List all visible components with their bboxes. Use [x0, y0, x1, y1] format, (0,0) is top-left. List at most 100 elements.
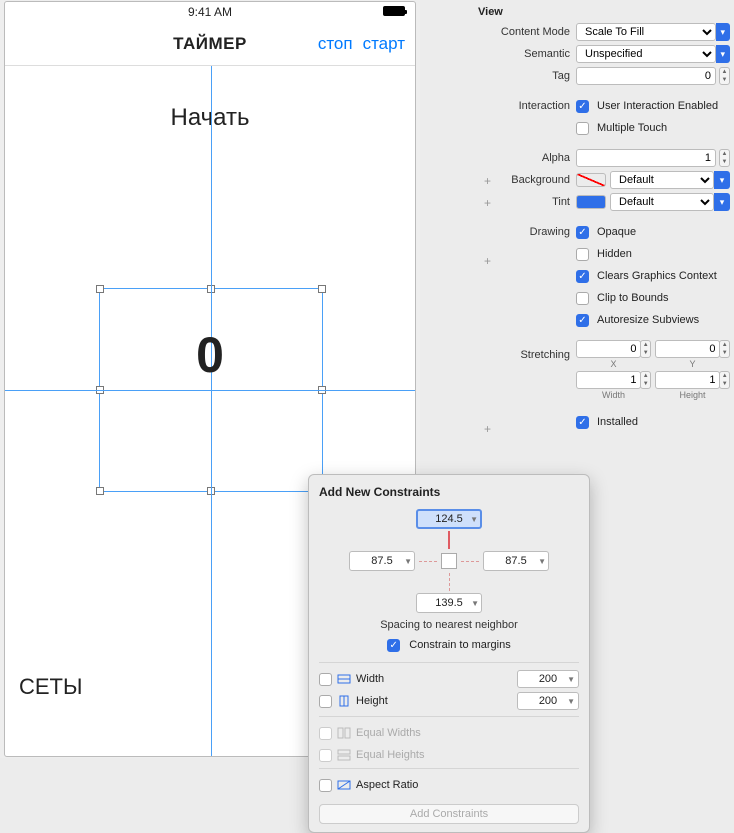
- dropdown-icon[interactable]: ▾: [716, 45, 730, 63]
- multiple-touch-checkbox[interactable]: [576, 122, 589, 135]
- strut-top[interactable]: [448, 531, 450, 549]
- alpha-stepper[interactable]: ▲▼: [719, 149, 730, 167]
- begin-label[interactable]: Начать: [5, 104, 415, 132]
- clip-checkbox[interactable]: [576, 292, 589, 305]
- aspect-ratio-label: Aspect Ratio: [356, 779, 418, 791]
- tint-select[interactable]: Default: [610, 193, 714, 211]
- pin-center-box: [441, 553, 457, 569]
- label-drawing: Drawing: [470, 226, 576, 238]
- status-time: 9:41 AM: [188, 5, 232, 19]
- equal-widths-checkbox: [319, 727, 332, 740]
- label-tag: Tag: [470, 70, 576, 82]
- status-bar: 9:41 AM: [5, 2, 415, 22]
- aspect-ratio-checkbox[interactable]: [319, 779, 332, 792]
- label-semantic: Semantic: [470, 48, 576, 60]
- label-interaction: Interaction: [470, 100, 576, 112]
- chevron-down-icon[interactable]: ▼: [538, 557, 546, 566]
- height-label: Height: [356, 695, 388, 707]
- dropdown-icon[interactable]: ▾: [714, 171, 730, 189]
- stepper[interactable]: ▲▼: [719, 371, 730, 389]
- plus-icon[interactable]: +: [484, 422, 491, 436]
- hidden-checkbox[interactable]: [576, 248, 589, 261]
- strut-bottom[interactable]: [449, 573, 450, 591]
- stretch-w-field[interactable]: [576, 371, 641, 389]
- popover-title: Add New Constraints: [319, 485, 579, 499]
- resize-handle[interactable]: [96, 487, 104, 495]
- add-constraints-popover: Add New Constraints 124.5▼ 87.5▼ 87.5▼ 1…: [308, 474, 590, 833]
- aspect-ratio-icon: [337, 779, 351, 791]
- stepper[interactable]: ▲▼: [640, 371, 651, 389]
- label-content-mode: Content Mode: [470, 26, 576, 38]
- chevron-down-icon[interactable]: ▼: [567, 697, 575, 706]
- height-checkbox[interactable]: [319, 695, 332, 708]
- label-alpha: Alpha: [470, 152, 576, 164]
- semantic-select[interactable]: Unspecified: [576, 45, 716, 63]
- resize-handle[interactable]: [96, 285, 104, 293]
- battery-icon: [383, 6, 405, 16]
- pin-top-field[interactable]: 124.5▼: [416, 509, 482, 529]
- stretch-x-label: X: [610, 359, 616, 369]
- tag-stepper[interactable]: ▲▼: [719, 67, 730, 85]
- equal-widths-icon: [337, 727, 351, 739]
- height-field[interactable]: 200▼: [517, 692, 579, 710]
- content-mode-select[interactable]: Scale To Fill: [576, 23, 716, 41]
- autoresize-checkbox[interactable]: ✓: [576, 314, 589, 327]
- constrain-margins-checkbox[interactable]: ✓: [387, 639, 400, 652]
- equal-widths-label: Equal Widths: [356, 727, 421, 739]
- nav-start-button[interactable]: старт: [363, 34, 405, 54]
- user-interaction-label: User Interaction Enabled: [597, 100, 718, 112]
- dropdown-icon[interactable]: ▾: [716, 23, 730, 41]
- pin-right-field[interactable]: 87.5▼: [483, 551, 549, 571]
- width-checkbox[interactable]: [319, 673, 332, 686]
- attributes-inspector: View Content Mode Scale To Fill ▾ Semant…: [470, 0, 734, 454]
- plus-icon[interactable]: +: [484, 174, 491, 188]
- tint-swatch[interactable]: [576, 195, 606, 209]
- alpha-field[interactable]: [576, 149, 716, 167]
- dropdown-icon[interactable]: ▾: [714, 193, 730, 211]
- tag-field[interactable]: [576, 67, 716, 85]
- plus-icon[interactable]: +: [484, 254, 491, 268]
- stretch-h-field[interactable]: [655, 371, 720, 389]
- stretch-w-label: Width: [602, 390, 625, 400]
- clears-label: Clears Graphics Context: [597, 270, 717, 282]
- multiple-touch-label: Multiple Touch: [597, 122, 667, 134]
- width-label: Width: [356, 673, 384, 685]
- equal-heights-checkbox: [319, 749, 332, 762]
- hidden-label: Hidden: [597, 248, 632, 260]
- installed-label: Installed: [597, 416, 638, 428]
- inspector-section-title: View: [470, 4, 730, 22]
- pin-left-field[interactable]: 87.5▼: [349, 551, 415, 571]
- label-tint: + Tint: [470, 196, 576, 208]
- spacing-note: Spacing to nearest neighbor: [319, 619, 579, 631]
- stretch-y-field[interactable]: [655, 340, 720, 358]
- chevron-down-icon[interactable]: ▼: [471, 599, 479, 608]
- installed-checkbox[interactable]: ✓: [576, 416, 589, 429]
- chevron-down-icon[interactable]: ▼: [404, 557, 412, 566]
- background-swatch[interactable]: [576, 173, 606, 187]
- user-interaction-checkbox[interactable]: ✓: [576, 100, 589, 113]
- chevron-down-icon[interactable]: ▼: [470, 515, 478, 524]
- width-icon: [337, 673, 351, 685]
- strut-right[interactable]: [461, 561, 479, 562]
- equal-heights-label: Equal Heights: [356, 749, 425, 761]
- width-field[interactable]: 200▼: [517, 670, 579, 688]
- pin-bottom-field[interactable]: 139.5▼: [416, 593, 482, 613]
- opaque-checkbox[interactable]: ✓: [576, 226, 589, 239]
- autoresize-label: Autoresize Subviews: [597, 314, 699, 326]
- nav-stop-button[interactable]: стоп: [318, 34, 353, 54]
- stretch-y-label: Y: [689, 359, 695, 369]
- stretch-x-field[interactable]: [576, 340, 641, 358]
- strut-left[interactable]: [419, 561, 437, 562]
- chevron-down-icon[interactable]: ▼: [567, 675, 575, 684]
- background-select[interactable]: Default: [610, 171, 714, 189]
- sets-label[interactable]: СЕТЫ: [19, 674, 82, 700]
- add-constraints-button[interactable]: Add Constraints: [319, 804, 579, 824]
- counter-label[interactable]: 0: [5, 326, 415, 384]
- guide-line: [5, 390, 415, 391]
- clears-checkbox[interactable]: ✓: [576, 270, 589, 283]
- stepper[interactable]: ▲▼: [719, 340, 730, 358]
- height-icon: [337, 695, 351, 707]
- resize-handle[interactable]: [318, 285, 326, 293]
- plus-icon[interactable]: +: [484, 196, 491, 210]
- stepper[interactable]: ▲▼: [640, 340, 651, 358]
